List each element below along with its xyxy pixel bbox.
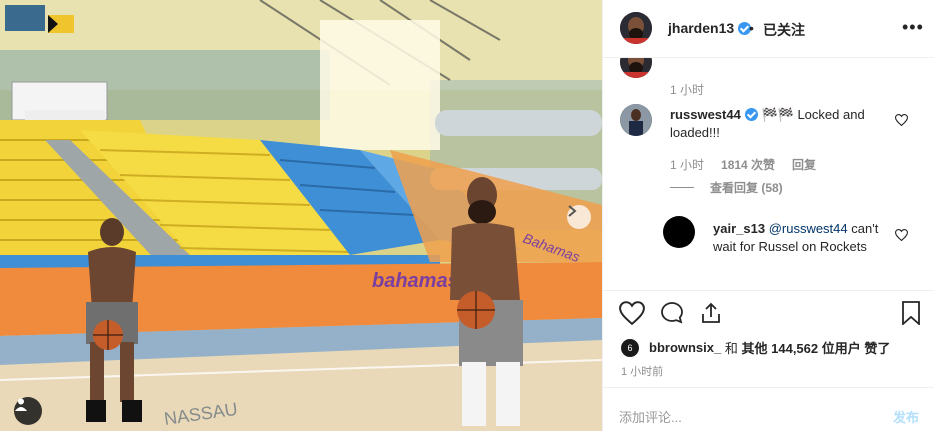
comment-emoji: 🏁🏁 [761, 107, 794, 122]
post-photo[interactable]: bahamas Bahamas NASSAU [0, 0, 602, 431]
liked-by-line: 6 bbrownsix_ 和 其他 144,562 位用户 赞了 [621, 338, 890, 357]
header-separator: • [749, 20, 754, 36]
bookmark-icon[interactable] [901, 301, 921, 330]
add-comment-bar: 添加评论... 发布 [603, 387, 934, 431]
add-comment-input[interactable]: 添加评论... [619, 407, 682, 426]
action-bar [603, 290, 934, 334]
reply-body: yair_s13 @russwest44 can't wait for Russ… [713, 220, 893, 256]
comment-username[interactable]: russwest44 [670, 107, 741, 122]
liked-by-connector: 和 [724, 341, 738, 356]
comment-meta: 1 小时 1814 次赞 回复 [670, 156, 816, 173]
comment-icon[interactable] [659, 301, 685, 330]
post-header: jharden13 • 已关注 ••• [603, 0, 934, 58]
author-avatar[interactable] [620, 12, 652, 44]
view-replies-label[interactable]: 查看回复 (58) [710, 179, 783, 196]
post-side-panel: jharden13 • 已关注 ••• 1 小时 russwest44 🏁🏁 L… [602, 0, 934, 431]
comments-list[interactable]: 1 小时 russwest44 🏁🏁 Locked and loaded!!! … [603, 58, 934, 290]
previous-comment-avatar[interactable] [620, 58, 652, 78]
liked-by-suffix: 赞了 [864, 341, 891, 356]
reply-avatar[interactable] [663, 216, 695, 248]
gym-scene-illustration: bahamas Bahamas NASSAU [0, 0, 602, 431]
view-replies-button[interactable]: 查看回复 (58) [670, 179, 783, 196]
banner-text-1: bahamas [372, 270, 459, 292]
post-comment-button[interactable]: 发布 [893, 407, 919, 426]
post-timestamp[interactable]: 1 小时前 [621, 363, 663, 379]
share-icon[interactable] [699, 301, 723, 330]
next-photo-button[interactable] [567, 205, 591, 229]
small-heart-icon[interactable] [894, 113, 909, 131]
author-username-text[interactable]: jharden13 [668, 20, 734, 36]
heart-icon[interactable] [619, 301, 645, 330]
replies-divider-line [670, 187, 694, 188]
small-heart-icon[interactable] [894, 228, 909, 246]
liker-username[interactable]: bbrownsix_ [649, 340, 721, 355]
comment-body: russwest44 🏁🏁 Locked and loaded!!! [670, 106, 885, 142]
author-username[interactable]: jharden13 [668, 20, 752, 36]
reply-username[interactable]: yair_s13 [713, 221, 765, 236]
commenter-avatar[interactable] [620, 104, 652, 136]
reply-button[interactable]: 回复 [792, 156, 816, 173]
verified-badge-icon [744, 108, 758, 121]
liker-avatar[interactable]: 6 [621, 338, 639, 357]
comment-time: 1 小时 [670, 158, 705, 172]
liked-by-others[interactable]: 其他 144,562 位用户 [742, 338, 861, 357]
comment-likes[interactable]: 1814 次赞 [721, 156, 775, 173]
user-tag-button[interactable] [14, 397, 42, 425]
follow-status-button[interactable]: 已关注 [763, 20, 805, 40]
more-options-button[interactable]: ••• [902, 17, 924, 38]
previous-comment-time: 1 小时 [670, 83, 705, 97]
reply-mention[interactable]: @russwest44 [769, 221, 848, 236]
